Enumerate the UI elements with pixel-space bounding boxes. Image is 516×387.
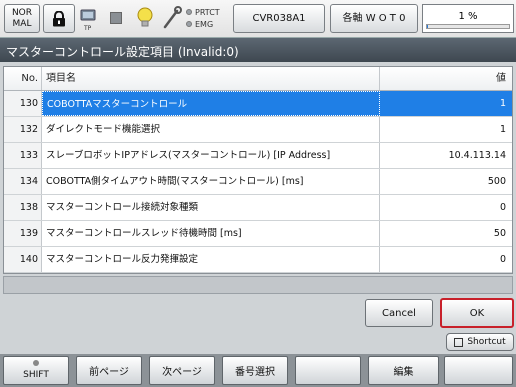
row-no: 140 bbox=[4, 247, 42, 272]
lock-button[interactable] bbox=[43, 4, 75, 33]
row-name: マスターコントロール接続対象種類 bbox=[42, 195, 380, 220]
row-no: 130 bbox=[4, 91, 42, 116]
speed-bar bbox=[426, 24, 510, 29]
shortcut-label: Shortcut bbox=[467, 337, 506, 347]
row-no: 138 bbox=[4, 195, 42, 220]
row-name: ダイレクトモード機能選択 bbox=[42, 117, 380, 142]
table-row[interactable]: 130 COBOTTAマスターコントロール 1 bbox=[4, 91, 512, 117]
f7-button[interactable] bbox=[444, 356, 513, 385]
speed-value: 1 % bbox=[458, 11, 478, 22]
table-row[interactable]: 138 マスターコントロール接続対象種類 0 bbox=[4, 195, 512, 221]
row-name: COBOTTA側タイムアウト時間(マスターコントロール) [ms] bbox=[42, 169, 380, 194]
teach-pendant-icon bbox=[80, 9, 96, 21]
table-row[interactable]: 134 COBOTTA側タイムアウト時間(マスターコントロール) [ms] 50… bbox=[4, 169, 512, 195]
edit-button[interactable]: 編集 bbox=[368, 356, 439, 385]
top-toolbar: NOR MAL TP PRTCT EMG CVR038A1 各軸 W O T 0 … bbox=[0, 0, 516, 38]
prtct-indicator bbox=[186, 9, 192, 15]
row-value: 1 bbox=[380, 91, 512, 116]
row-value: 1 bbox=[499, 124, 506, 135]
robot-name-button[interactable]: CVR038A1 bbox=[233, 4, 325, 33]
page-title: マスターコントロール設定項目 (Invalid:0) bbox=[0, 38, 516, 62]
header-name: 項目名 bbox=[42, 67, 380, 90]
row-no: 139 bbox=[4, 221, 42, 246]
number-select-button[interactable]: 番号選択 bbox=[222, 356, 288, 385]
status-lights: PRTCT EMG bbox=[186, 6, 230, 32]
settings-table: No. 項目名 値 130 COBOTTAマスターコントロール 1 132 ダイ… bbox=[3, 66, 513, 274]
horizontal-scrollbar[interactable] bbox=[3, 276, 513, 294]
mode-line1: NOR bbox=[11, 7, 33, 18]
row-name: マスターコントロール反力発揮設定 bbox=[42, 247, 380, 272]
row-value: 50 bbox=[493, 228, 506, 239]
shortcut-icon bbox=[454, 337, 464, 347]
emg-indicator bbox=[186, 21, 192, 27]
row-name: COBOTTAマスターコントロール bbox=[42, 91, 380, 116]
row-value: 10.4.113.14 bbox=[448, 150, 506, 161]
prev-page-button[interactable]: 前ページ bbox=[76, 356, 142, 385]
cancel-button[interactable]: Cancel bbox=[365, 299, 433, 327]
axis-mode-button[interactable]: 各軸 W O T 0 bbox=[330, 4, 418, 33]
ok-button[interactable]: OK bbox=[440, 298, 514, 328]
speed-indicator[interactable]: 1 % bbox=[422, 4, 514, 33]
stop-icon bbox=[110, 12, 122, 24]
speed-bar-fill bbox=[427, 25, 428, 28]
emg-label: EMG bbox=[195, 19, 214, 29]
lock-icon bbox=[53, 10, 65, 26]
mode-line2: MAL bbox=[12, 18, 32, 29]
row-name: マスターコントロールスレッド待機時間 [ms] bbox=[42, 221, 380, 246]
shift-button[interactable]: SHIFT bbox=[3, 356, 69, 385]
table-row[interactable]: 140 マスターコントロール反力発揮設定 0 bbox=[4, 247, 512, 273]
prtct-label: PRTCT bbox=[195, 7, 220, 17]
tp-label: TP bbox=[84, 25, 92, 32]
row-name: スレーブロボットIPアドレス(マスターコントロール) [IP Address] bbox=[42, 143, 380, 168]
table-row[interactable]: 139 マスターコントロールスレッド待機時間 [ms] 50 bbox=[4, 221, 512, 247]
header-value: 値 bbox=[496, 73, 506, 84]
row-no: 134 bbox=[4, 169, 42, 194]
row-no: 132 bbox=[4, 117, 42, 142]
row-value: 0 bbox=[499, 254, 506, 265]
row-value: 0 bbox=[499, 202, 506, 213]
lightbulb-icon bbox=[137, 7, 153, 27]
shortcut-button[interactable]: Shortcut bbox=[446, 333, 514, 351]
row-value: 500 bbox=[487, 176, 506, 187]
shift-label: SHIFT bbox=[23, 370, 49, 380]
mode-button[interactable]: NOR MAL bbox=[4, 4, 40, 33]
function-key-bar: SHIFT 前ページ 次ページ 番号選択 編集 bbox=[0, 354, 516, 387]
table-row[interactable]: 132 ダイレクトモード機能選択 1 bbox=[4, 117, 512, 143]
f5-button[interactable] bbox=[295, 356, 361, 385]
row-no: 133 bbox=[4, 143, 42, 168]
table-row[interactable]: 133 スレーブロボットIPアドレス(マスターコントロール) [IP Addre… bbox=[4, 143, 512, 169]
table-header: No. 項目名 値 bbox=[4, 67, 512, 91]
wrench-icon bbox=[163, 6, 182, 29]
shift-indicator bbox=[33, 360, 39, 366]
next-page-button[interactable]: 次ページ bbox=[149, 356, 215, 385]
header-no: No. bbox=[4, 67, 42, 90]
